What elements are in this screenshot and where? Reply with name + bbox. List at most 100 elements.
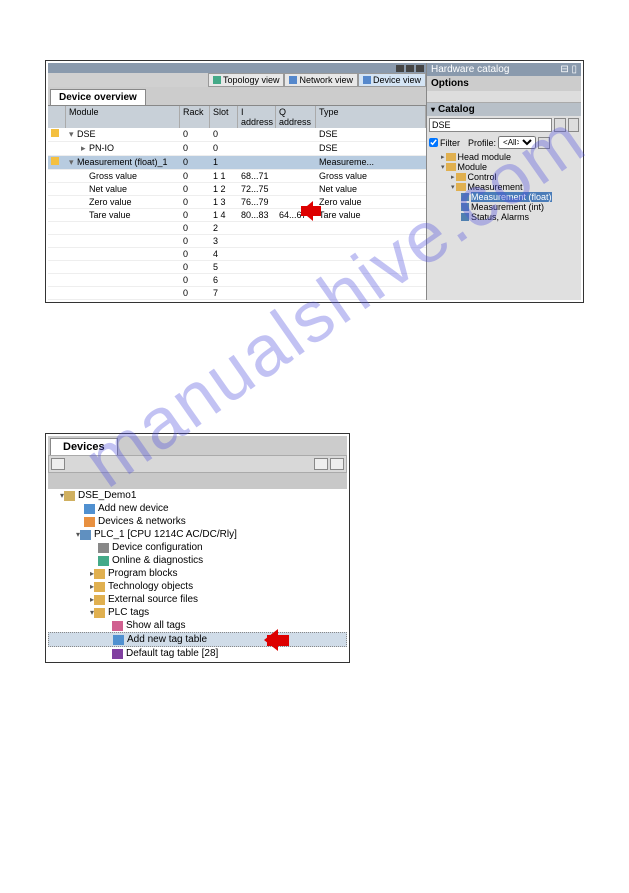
table-row-empty[interactable]: 06	[48, 274, 426, 287]
screenshot-2-frame: Devices DSE_Demo1Add new deviceDevices &…	[45, 433, 350, 663]
pin-icon[interactable]: ⊟ ▯	[560, 64, 577, 75]
table-row[interactable]: Tare value01 480...8364...67Tare value	[48, 209, 426, 222]
catalog-node[interactable]: Head module	[429, 152, 579, 162]
table-row[interactable]: Zero value01 376...79Zero value	[48, 196, 426, 209]
close-icon[interactable]	[416, 65, 424, 72]
table-row[interactable]: ▸PN-IO00DSE	[48, 142, 426, 156]
net-icon	[84, 517, 95, 527]
col-rack[interactable]: Rack	[180, 106, 210, 128]
search-btn2[interactable]	[568, 118, 580, 132]
folder-icon	[446, 163, 456, 171]
window-titlebar	[48, 63, 426, 73]
cfg-icon	[98, 543, 109, 553]
catalog-node[interactable]: Measurement (int)	[429, 202, 579, 212]
tree-node[interactable]: PLC tags	[48, 606, 347, 619]
proj-icon	[64, 491, 75, 501]
filter-btn[interactable]	[538, 137, 550, 149]
col-module[interactable]: Module	[66, 106, 180, 128]
filter-checkbox[interactable]	[429, 138, 438, 147]
catalog-node[interactable]: Measurement	[429, 182, 579, 192]
module-icon	[51, 129, 59, 137]
device-icon	[461, 193, 469, 201]
table-row-empty[interactable]: 04	[48, 248, 426, 261]
tree-node[interactable]: Add new tag table	[48, 632, 347, 647]
tree-node[interactable]: DSE_Demo1	[48, 489, 347, 502]
filter-label: Filter	[440, 138, 460, 148]
device-icon	[461, 203, 469, 211]
add-icon	[84, 504, 95, 514]
tab-label: Device view	[373, 75, 421, 85]
col-slot[interactable]: Slot	[210, 106, 238, 128]
fold-icon	[94, 582, 105, 592]
module-icon	[51, 157, 59, 165]
panel-tabs: Device overview	[48, 87, 426, 105]
catalog-title: Hardware catalog⊟ ▯	[427, 63, 581, 76]
tab-devices[interactable]: Devices	[50, 438, 118, 455]
tree-node[interactable]: Add new device	[48, 502, 347, 515]
network-icon	[289, 76, 297, 84]
devices-toolbar	[48, 455, 347, 473]
tool-btn-1[interactable]	[51, 458, 65, 470]
tab-device-overview[interactable]: Device overview	[50, 89, 146, 105]
tool-btn-2[interactable]	[314, 458, 328, 470]
catalog-tree: Head moduleModuleControlMeasurementMeasu…	[427, 151, 581, 223]
tree-node[interactable]: Program blocks	[48, 567, 347, 580]
tree-node[interactable]: Default tag table [28]	[48, 647, 347, 660]
hardware-catalog-panel: Hardware catalog⊟ ▯ Options Catalog Filt…	[426, 63, 581, 300]
folder-icon	[446, 153, 456, 161]
table-header: Module Rack Slot I address Q address Typ…	[48, 106, 426, 128]
tree-node[interactable]: Show all tags	[48, 619, 347, 632]
tab-label: Topology view	[223, 75, 280, 85]
catalog-section[interactable]: Catalog	[427, 103, 581, 116]
catalog-node[interactable]: Status, Alarms	[429, 212, 579, 222]
search-input[interactable]	[429, 118, 552, 132]
catalog-node[interactable]: Measurement (float)	[429, 192, 579, 202]
device-table: Module Rack Slot I address Q address Typ…	[48, 105, 426, 300]
col-qaddress[interactable]: Q address	[276, 106, 316, 128]
folder-icon	[456, 173, 466, 181]
table-row[interactable]: ▾DSE00DSE	[48, 128, 426, 142]
table-row-empty[interactable]: 03	[48, 235, 426, 248]
catalog-filter: Filter Profile: <All>	[427, 134, 581, 151]
fold-icon	[94, 569, 105, 579]
min-icon[interactable]	[396, 65, 404, 72]
catalog-node[interactable]: Module	[429, 162, 579, 172]
profile-label: Profile:	[468, 138, 496, 148]
add-icon	[113, 635, 124, 645]
spacer	[48, 473, 347, 489]
catalog-node[interactable]: Control	[429, 172, 579, 182]
tree-node[interactable]: PLC_1 [CPU 1214C AC/DC/Rly]	[48, 528, 347, 541]
table-icon	[112, 649, 123, 659]
col-type[interactable]: Type	[316, 106, 426, 128]
tab-label: Network view	[299, 75, 353, 85]
tab-network[interactable]: Network view	[284, 73, 358, 87]
table-row[interactable]: Net value01 272...75Net value	[48, 183, 426, 196]
fold-icon	[94, 608, 105, 618]
search-btn1[interactable]	[554, 118, 566, 132]
plc-icon	[80, 530, 91, 540]
device-overview-panel: Topology view Network view Device view D…	[48, 63, 426, 300]
table-row-empty[interactable]: 02	[48, 222, 426, 235]
project-tree: DSE_Demo1Add new deviceDevices & network…	[48, 489, 347, 660]
tree-node[interactable]: Device configuration	[48, 541, 347, 554]
tree-node[interactable]: Devices & networks	[48, 515, 347, 528]
device-icon	[461, 213, 469, 221]
screenshot-1-frame: Topology view Network view Device view D…	[45, 60, 584, 303]
table-row[interactable]: Gross value01 168...71Gross value	[48, 170, 426, 183]
profile-select[interactable]: <All>	[498, 136, 536, 149]
tree-node[interactable]: Online & diagnostics	[48, 554, 347, 567]
col-iaddress[interactable]: I address	[238, 106, 276, 128]
tab-device[interactable]: Device view	[358, 73, 426, 87]
topology-icon	[213, 76, 221, 84]
tool-btn-3[interactable]	[330, 458, 344, 470]
table-row-empty[interactable]: 07	[48, 287, 426, 300]
catalog-options[interactable]: Options	[427, 76, 581, 91]
table-row[interactable]: ▾Measurement (float)_101Measureme...	[48, 156, 426, 170]
table-row-empty[interactable]: 05	[48, 261, 426, 274]
max-icon[interactable]	[406, 65, 414, 72]
tab-topology[interactable]: Topology view	[208, 73, 285, 87]
folder-icon	[456, 183, 466, 191]
tree-node[interactable]: External source files	[48, 593, 347, 606]
view-tabs: Topology view Network view Device view	[48, 73, 426, 87]
tree-node[interactable]: Technology objects	[48, 580, 347, 593]
